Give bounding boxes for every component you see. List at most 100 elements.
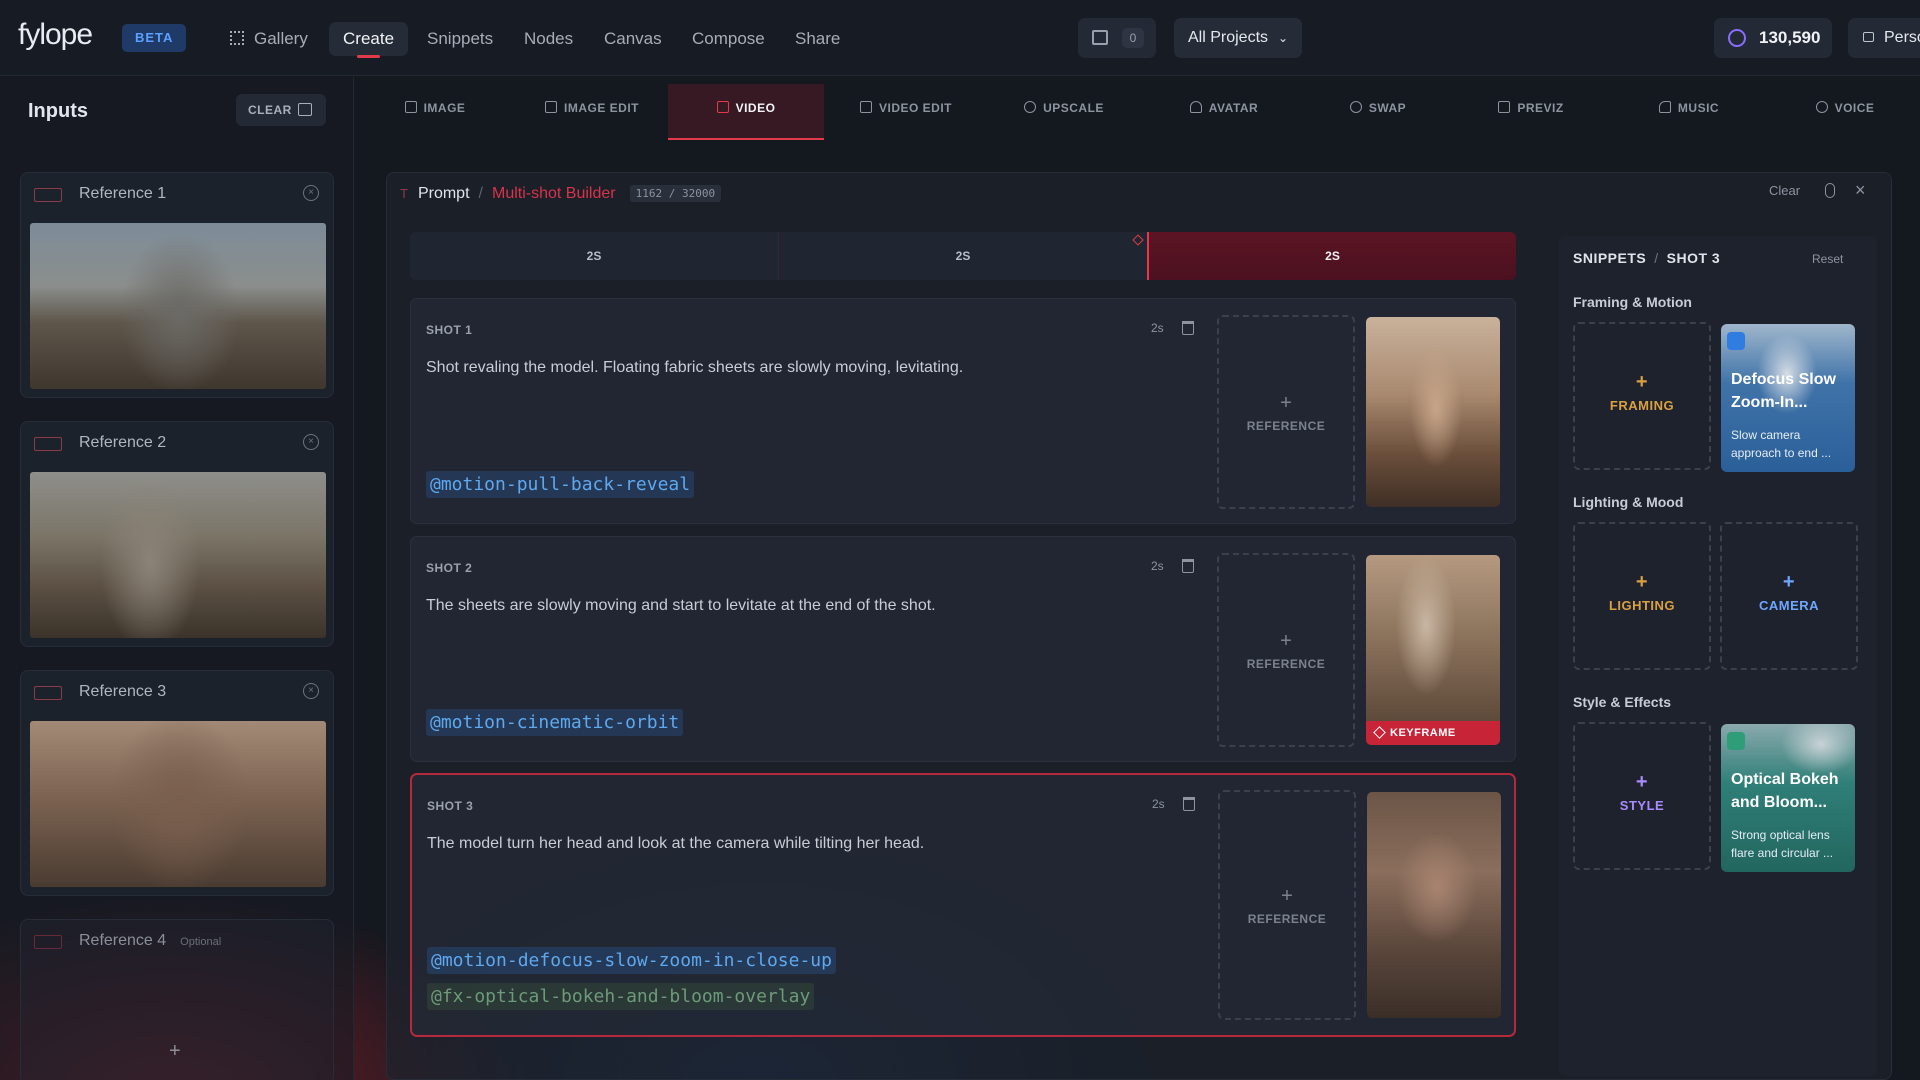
remove-icon[interactable]: × [303, 683, 319, 699]
shot-thumbnail[interactable] [1366, 555, 1500, 721]
section-framing-motion: Framing & Motion [1573, 294, 1692, 310]
nav-compose[interactable]: Compose [692, 22, 765, 56]
shot-card-3[interactable]: SHOT 3 2s The model turn her head and lo… [410, 773, 1516, 1037]
image-video-icon [34, 188, 62, 202]
nav-share[interactable]: Share [795, 22, 840, 56]
mic-icon[interactable] [1825, 183, 1835, 198]
effects-icon [1727, 732, 1745, 750]
timeline-segment-3[interactable]: 2S [1147, 232, 1516, 280]
tab-avatar[interactable]: AVATAR [1176, 84, 1272, 140]
tab-image[interactable]: IMAGE [394, 84, 476, 140]
add-camera-button[interactable]: + CAMERA [1720, 522, 1858, 670]
image-icon [404, 101, 417, 113]
nav-snippets[interactable]: Snippets [427, 22, 493, 56]
add-lighting-button[interactable]: + LIGHTING [1573, 522, 1711, 670]
shot-duration[interactable]: 2s [1151, 321, 1164, 335]
nav-nodes[interactable]: Nodes [524, 22, 573, 56]
trash-icon[interactable] [1183, 797, 1195, 811]
swap-icon [1349, 101, 1362, 113]
credits-balance[interactable]: 130,590 [1714, 18, 1832, 58]
section-style-effects: Style & Effects [1573, 694, 1672, 710]
keyframe-badge[interactable]: KEYFRAME [1366, 721, 1500, 745]
reference-image [30, 721, 326, 887]
reference-card-2[interactable]: Reference 2 × [20, 421, 334, 647]
mic-icon [1815, 101, 1828, 113]
nav-create[interactable]: Create [329, 22, 409, 58]
snippets-shot-label: SHOT 3 [1666, 250, 1721, 266]
avatar-icon [1189, 101, 1202, 113]
remove-icon[interactable]: × [303, 434, 319, 450]
shot-card-2[interactable]: SHOT 2 2s The sheets are slowly moving a… [410, 536, 1516, 762]
tab-image-edit[interactable]: IMAGE EDIT [536, 84, 648, 140]
link-icon [1727, 332, 1745, 350]
reference-image [30, 472, 326, 638]
add-reference-icon[interactable]: + [169, 1040, 181, 1063]
timeline-segment-1[interactable]: 2S [410, 232, 778, 280]
snippet-tag[interactable]: @fx-optical-bokeh-and-bloom-overlay [427, 983, 815, 1010]
music-icon [1658, 101, 1671, 113]
close-icon[interactable]: × [1855, 180, 1866, 201]
snippet-card-optical-bokeh[interactable]: Optical Bokeh and Bloom... Strong optica… [1721, 724, 1855, 872]
tab-previz[interactable]: PREVIZ [1488, 84, 1574, 140]
shot-duration[interactable]: 2s [1152, 797, 1165, 811]
optional-label: Optional [180, 936, 222, 948]
archive-button[interactable]: 0 [1078, 18, 1156, 58]
shot-prompt-text[interactable]: The sheets are slowly moving and start t… [426, 595, 1146, 617]
snippet-tag[interactable]: @motion-cinematic-orbit [426, 709, 684, 736]
shot-prompt-text[interactable]: Shot revaling the model. Floating fabric… [426, 357, 1146, 379]
shot-thumbnail[interactable] [1367, 792, 1501, 1018]
timeline-segment-2[interactable]: 2S [779, 232, 1147, 280]
prompt-header: T Prompt / Multi-shot Builder 1162 / 32000 [400, 182, 722, 206]
tab-video[interactable]: VIDEO [668, 84, 824, 140]
trash-icon[interactable] [1182, 321, 1194, 335]
credits-coin-icon [1728, 29, 1746, 47]
clear-prompt-button[interactable]: Clear [1769, 183, 1800, 198]
snippet-tag[interactable]: @motion-defocus-slow-zoom-in-close-up [427, 947, 836, 974]
image-video-icon [34, 935, 62, 949]
nav-canvas[interactable]: Canvas [604, 22, 662, 56]
snippets-header: SNIPPETS / SHOT 3 [1573, 250, 1721, 266]
persona-button[interactable]: Persona [1848, 18, 1920, 58]
snippet-tag[interactable]: @motion-pull-back-reveal [426, 471, 695, 498]
tab-upscale[interactable]: UPSCALE [1014, 84, 1114, 140]
add-reference-slot[interactable]: + REFERENCE [1217, 315, 1355, 509]
reference-card-4[interactable]: Reference 4 Optional + [20, 919, 334, 1080]
archive-count: 0 [1122, 28, 1144, 48]
shot-duration[interactable]: 2s [1151, 559, 1164, 573]
image-video-icon [34, 437, 62, 451]
plus-icon: + [1635, 371, 1649, 393]
archive-icon [1092, 30, 1108, 45]
reset-snippets-button[interactable]: Reset [1812, 252, 1843, 266]
tab-video-edit[interactable]: VIDEO EDIT [850, 84, 962, 140]
plus-icon: + [1281, 885, 1293, 907]
shot-prompt-text[interactable]: The model turn her head and look at the … [427, 833, 1147, 855]
remove-icon[interactable]: × [303, 185, 319, 201]
projects-dropdown[interactable]: All Projects ⌄ [1174, 18, 1302, 58]
clear-inputs-button[interactable]: CLEAR [236, 94, 326, 126]
plus-icon: + [1635, 571, 1649, 593]
image-video-icon [34, 686, 62, 700]
video-icon [716, 101, 729, 113]
brand-logo[interactable]: fylope [18, 18, 93, 52]
nav-gallery[interactable]: Gallery [230, 22, 308, 56]
add-reference-slot[interactable]: + REFERENCE [1217, 553, 1355, 747]
trash-icon[interactable] [1182, 559, 1194, 573]
multi-shot-builder-label[interactable]: Multi-shot Builder [492, 185, 616, 202]
reference-card-3[interactable]: Reference 3 × [20, 670, 334, 896]
add-framing-button[interactable]: + FRAMING [1573, 322, 1711, 470]
tab-swap[interactable]: SWAP [1338, 84, 1418, 140]
tab-music[interactable]: MUSIC [1648, 84, 1730, 140]
reference-card-1[interactable]: Reference 1 × [20, 172, 334, 398]
reference-image [30, 223, 326, 389]
shot-timeline[interactable]: 2S 2S 2S [410, 232, 1516, 280]
add-reference-slot[interactable]: + REFERENCE [1218, 790, 1356, 1020]
add-style-button[interactable]: + STYLE [1573, 722, 1711, 870]
tab-voice[interactable]: VOICE [1806, 84, 1884, 140]
inputs-title: Inputs [28, 100, 88, 122]
shot-card-1[interactable]: SHOT 1 2s Shot revaling the model. Float… [410, 298, 1516, 524]
plus-icon: + [1280, 392, 1292, 414]
beta-badge: BETA [122, 24, 187, 52]
video-edit-icon [859, 101, 872, 113]
shot-thumbnail[interactable] [1366, 317, 1500, 507]
snippet-card-defocus-zoom[interactable]: Defocus Slow Zoom-In... Slow camera appr… [1721, 324, 1855, 472]
